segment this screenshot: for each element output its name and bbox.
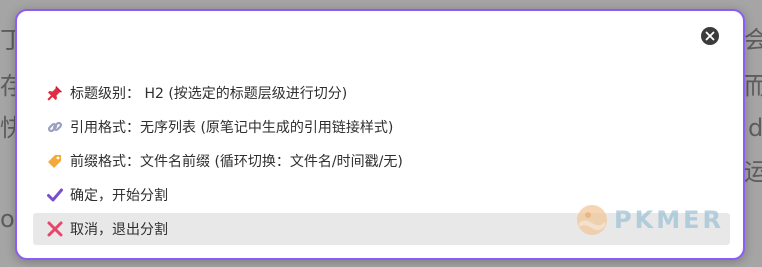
close-icon [705,31,715,41]
pkmer-logo-icon [577,205,607,235]
background-text: 会 [744,26,762,54]
option-label: 引用格式：无序列表 (原笔记中生成的引用链接样式) [70,120,394,136]
tag-icon [46,152,64,170]
cross-icon [46,220,64,238]
background-text: d [748,114,762,142]
pkmer-watermark: PKMER [576,204,724,236]
close-button[interactable] [701,27,719,45]
option-prefix-format[interactable]: 前缀格式：文件名前缀 (循环切换：文件名/时间戳/无) [33,145,730,177]
background-text: 运 [744,158,762,186]
link-icon [46,118,64,136]
option-reference-format[interactable]: 引用格式：无序列表 (原笔记中生成的引用链接样式) [33,111,730,143]
check-icon [46,186,64,204]
option-label: 标题级别： H2 (按选定的标题层级进行切分) [70,86,348,102]
pushpin-icon [46,84,64,102]
option-label: 前缀格式：文件名前缀 (循环切换：文件名/时间戳/无) [70,154,403,170]
option-label: 确定，开始分割 [70,188,168,204]
background-text: o [0,205,15,233]
watermark-text: PKMER [614,206,724,234]
background-text: 而 [744,72,762,100]
option-heading-level[interactable]: 标题级别： H2 (按选定的标题层级进行切分) [33,77,730,109]
option-label: 取消，退出分割 [70,222,168,238]
